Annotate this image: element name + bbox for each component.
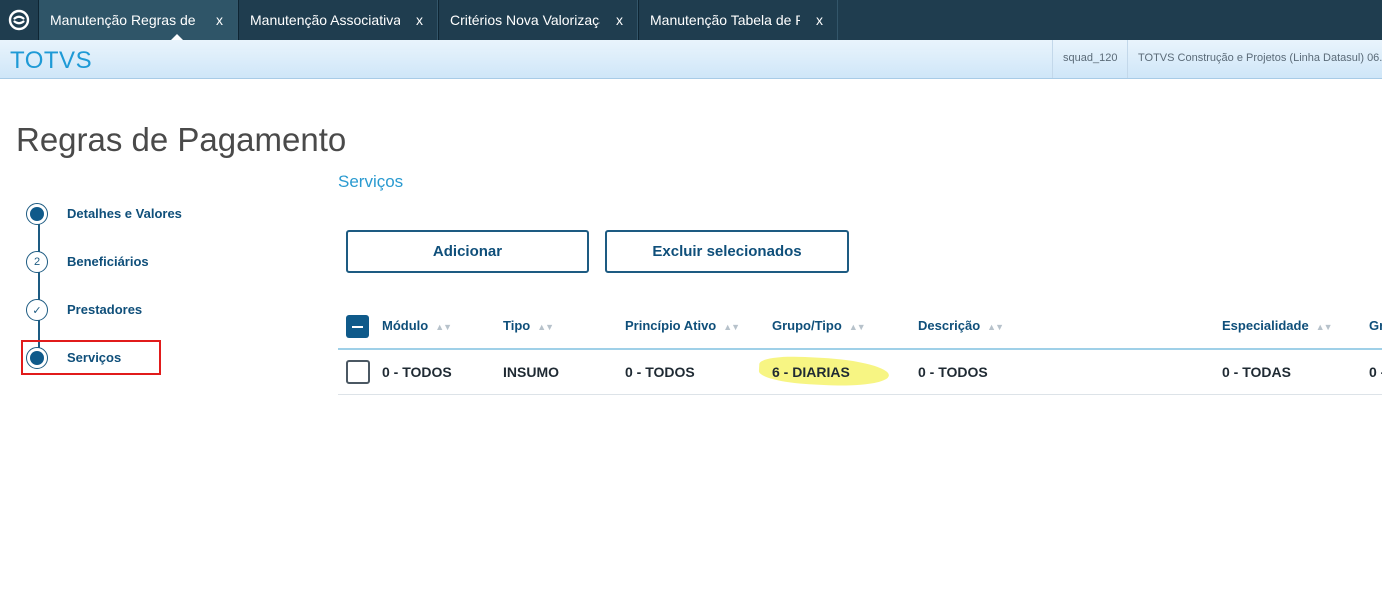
close-icon[interactable]: x [616, 0, 623, 40]
totvs-logo-icon [8, 9, 30, 31]
product-info[interactable]: TOTVS Construção e Projetos (Linha Datas… [1127, 40, 1382, 78]
sort-arrows-icon[interactable]: ▲▼ [849, 322, 866, 332]
close-icon[interactable]: x [416, 0, 423, 40]
user-info[interactable]: squad_120 [1052, 40, 1127, 78]
tab-manutencao-regras[interactable]: Manutenção Regras de Pagamento x [38, 0, 238, 40]
tab-criterios-nova-valorizacao[interactable]: Critérios Nova Valorização x [438, 0, 638, 40]
column-label: Gr [1369, 318, 1382, 333]
cell-descricao: 0 - TODOS [918, 364, 988, 380]
column-label: Tipo [503, 318, 531, 333]
delete-selected-button[interactable]: Excluir selecionados [605, 230, 849, 273]
tab-manutencao-associativa[interactable]: Manutenção Associativa x [238, 0, 438, 40]
column-header-tipo[interactable]: Tipo ▲▼ [503, 304, 554, 348]
cell-principio-ativo: 0 - TODOS [625, 364, 695, 380]
section-title: Serviços [338, 172, 404, 191]
step-label: Prestadores [67, 302, 143, 317]
step-number: 2 [26, 251, 48, 273]
tab-label: Manutenção Associativa [250, 12, 400, 28]
step-indicator [26, 203, 48, 225]
check-icon: ✓ [26, 299, 48, 321]
table-header: Módulo ▲▼ Tipo ▲▼ Princípio Ativo ▲▼ Grupo/… [338, 304, 1382, 350]
cell-modulo: 0 - TODOS [382, 364, 452, 380]
step-prestadores[interactable]: ✓ Prestadores [26, 299, 306, 323]
tab-bar: Manutenção Regras de Pagamento x Manuten… [0, 0, 1382, 40]
services-table: Módulo ▲▼ Tipo ▲▼ Princípio Ativo ▲▼ Grupo/… [338, 304, 1382, 395]
tab-manutencao-tabela[interactable]: Manutenção Tabela de Preços x [638, 0, 838, 40]
add-button[interactable]: Adicionar [346, 230, 589, 273]
column-header-descricao[interactable]: Descrição ▲▼ [918, 304, 1004, 348]
sort-arrows-icon[interactable]: ▲▼ [537, 322, 554, 332]
column-label: Princípio Ativo [625, 318, 717, 333]
row-checkbox[interactable] [346, 360, 370, 384]
cell-grupo-tipo: 6 - DIARIAS [772, 364, 850, 380]
totvs-home-button[interactable] [0, 0, 38, 40]
select-all-checkbox[interactable] [346, 315, 369, 338]
cell-especialidade: 0 - TODAS [1222, 364, 1291, 380]
table-row[interactable]: 0 - TODOS INSUMO 0 - TODOS 6 - DIARIAS 0… [338, 350, 1382, 395]
minus-icon [352, 325, 363, 328]
active-dot-icon [30, 207, 44, 221]
cell-tipo: INSUMO [503, 364, 559, 380]
sort-arrows-icon[interactable]: ▲▼ [1316, 322, 1333, 332]
app-header: TOTVS squad_120 TOTVS Construção e Proje… [0, 40, 1382, 79]
tab-label: Critérios Nova Valorização [450, 12, 600, 28]
step-label: Beneficiários [67, 254, 149, 269]
close-icon[interactable]: x [216, 0, 223, 40]
column-header-especialidade[interactable]: Especialidade ▲▼ [1222, 304, 1333, 348]
cell-gr: 0 - [1369, 364, 1382, 380]
column-label: Especialidade [1222, 318, 1309, 333]
brand-logo: TOTVS [10, 47, 93, 74]
column-header-modulo[interactable]: Módulo ▲▼ [382, 304, 452, 348]
column-header-grupo-tipo[interactable]: Grupo/Tipo ▲▼ [772, 304, 866, 348]
column-label: Descrição [918, 318, 981, 333]
column-label: Grupo/Tipo [772, 318, 842, 333]
sort-arrows-icon[interactable]: ▲▼ [435, 322, 452, 332]
step-detalhes-e-valores[interactable]: Detalhes e Valores [26, 203, 306, 227]
column-header-gr[interactable]: Gr [1369, 304, 1382, 348]
step-label: Detalhes e Valores [67, 206, 182, 221]
sort-arrows-icon[interactable]: ▲▼ [987, 322, 1004, 332]
close-icon[interactable]: x [816, 0, 823, 40]
step-highlight-box [21, 340, 161, 375]
sort-arrows-icon[interactable]: ▲▼ [723, 322, 740, 332]
column-header-principio-ativo[interactable]: Princípio Ativo ▲▼ [625, 304, 740, 348]
page-title: Regras de Pagamento [16, 121, 347, 159]
column-label: Módulo [382, 318, 429, 333]
tab-label: Manutenção Tabela de Preços [650, 12, 800, 28]
step-beneficiarios[interactable]: 2 Beneficiários [26, 251, 306, 275]
